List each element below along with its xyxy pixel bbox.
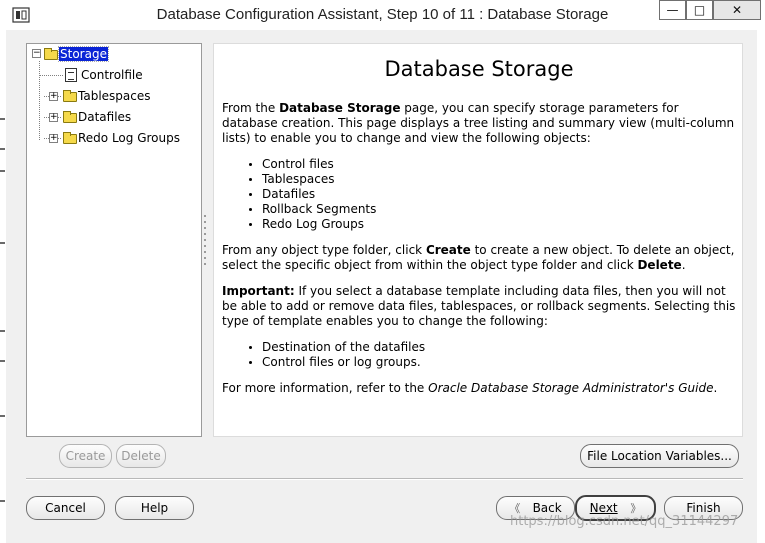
watermark: https://blog.csdn.net/qq_31144297 <box>510 514 739 529</box>
expand-redo-log-groups-icon[interactable]: + <box>49 134 58 143</box>
create-button[interactable]: Create <box>59 444 112 468</box>
close-icon: ✕ <box>731 3 743 17</box>
tree-connector <box>39 61 40 140</box>
tree-connector <box>39 75 63 76</box>
list-item: Control files or log groups. <box>246 355 425 370</box>
strip-mark <box>0 500 5 502</box>
strip-mark <box>0 242 5 244</box>
window-title: Database Configuration Assistant, Step 1… <box>156 6 609 23</box>
panel-splitter[interactable] <box>204 215 207 271</box>
background-strip <box>0 30 6 543</box>
page-title: Database Storage <box>384 57 574 81</box>
list-item: Tablespaces <box>246 172 376 187</box>
list-item: Destination of the datafiles <box>246 340 425 355</box>
minimize-button[interactable]: — <box>659 0 686 20</box>
intro-paragraph: From the Database Storage page, you can … <box>222 101 735 145</box>
tree-item-tablespaces[interactable]: Tablespaces <box>78 89 151 103</box>
strip-mark <box>0 170 5 172</box>
storage-objects-list: Control files Tablespaces Datafiles Roll… <box>246 157 376 232</box>
delete-button[interactable]: Delete <box>116 444 166 468</box>
folder-open-icon <box>44 48 58 60</box>
strip-mark <box>0 330 5 332</box>
folder-icon <box>63 111 77 123</box>
maximize-button[interactable]: □ <box>686 0 713 20</box>
minimize-icon: — <box>666 3 679 17</box>
tree-item-datafiles[interactable]: Datafiles <box>78 110 131 124</box>
create-delete-paragraph: From any object type folder, click Creat… <box>222 243 735 272</box>
strip-mark <box>0 118 5 120</box>
collapse-storage-icon[interactable]: − <box>32 49 41 58</box>
tree-item-controlfile[interactable]: Controlfile <box>81 68 143 82</box>
tree-item-redo-log-groups[interactable]: Redo Log Groups <box>78 131 180 145</box>
folder-icon <box>63 90 77 102</box>
title-bar[interactable]: Database Configuration Assistant, Step 1… <box>0 0 765 30</box>
tree-item-storage[interactable]: Storage <box>58 46 109 62</box>
expand-datafiles-icon[interactable]: + <box>49 113 58 122</box>
folder-icon <box>63 132 77 144</box>
controlfile-icon <box>65 68 77 82</box>
maximize-icon: □ <box>693 3 706 17</box>
expand-tablespaces-icon[interactable]: + <box>49 92 58 101</box>
cancel-button[interactable]: Cancel <box>26 496 105 520</box>
separator <box>26 478 743 480</box>
changeable-list: Destination of the datafiles Control fil… <box>246 340 425 370</box>
list-item: Rollback Segments <box>246 202 376 217</box>
more-info-paragraph: For more information, refer to the Oracl… <box>222 381 718 395</box>
help-content-panel: Database Storage From the Database Stora… <box>213 43 743 437</box>
important-paragraph: Important: If you select a database temp… <box>222 284 736 328</box>
file-location-variables-button[interactable]: File Location Variables... <box>580 444 739 468</box>
list-item: Redo Log Groups <box>246 217 376 232</box>
storage-tree[interactable]: − Storage Controlfile + Tablespaces + Da… <box>26 43 202 437</box>
strip-mark <box>0 415 5 417</box>
strip-mark <box>0 360 5 362</box>
strip-mark <box>0 148 5 150</box>
list-item: Control files <box>246 157 376 172</box>
help-button[interactable]: Help <box>115 496 194 520</box>
close-button[interactable]: ✕ <box>713 0 761 20</box>
list-item: Datafiles <box>246 187 376 202</box>
